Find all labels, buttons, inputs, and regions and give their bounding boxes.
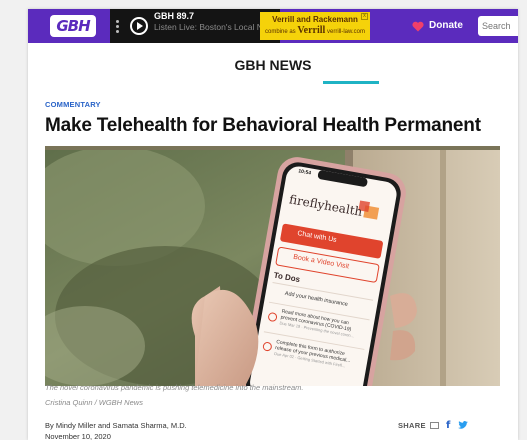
firefly-app-name: fireflyhealth	[288, 192, 364, 219]
todo-coronavirus: Read more about how you can prevent coro…	[279, 309, 356, 340]
heart-icon[interactable]	[412, 21, 424, 32]
advertisement-banner[interactable]: Verrill and Rackemann combine as Verrill…	[260, 12, 370, 40]
article-page: GBH GBH 89.7 Listen Live: Boston's Local…	[28, 9, 518, 440]
phone-time: 10:54	[297, 168, 312, 177]
live-radio-player[interactable]: GBH 89.7 Listen Live: Boston's Local NPR	[110, 9, 280, 43]
article-kicker[interactable]: COMMENTARY	[45, 100, 101, 109]
ad-headline: Verrill and Rackemann	[272, 15, 358, 24]
todo-medical-form: Complete this form to authorize release …	[274, 339, 352, 370]
image-credit: Cristina Quinn / WGBH News	[45, 398, 143, 407]
ad-subline-prefix: combine as	[264, 29, 296, 35]
todos-title: To Dos	[273, 270, 301, 285]
article-hero-image: 10:54 fireflyhealth Chat with Us Book a …	[45, 146, 500, 386]
article-byline: By Mindy Miller and Samata Sharma, M.D.	[45, 421, 187, 430]
top-bar: GBH GBH 89.7 Listen Live: Boston's Local…	[28, 9, 518, 43]
ad-close-icon[interactable]: x	[361, 13, 368, 20]
ad-subline: combine as Verrill verrill-law.com	[260, 25, 370, 36]
todo-insurance: Add your health insurance	[284, 290, 349, 308]
play-icon[interactable]	[130, 17, 148, 35]
facebook-icon[interactable]: f	[446, 420, 450, 431]
section-title[interactable]: GBH NEWS	[28, 57, 518, 73]
more-options-icon[interactable]	[116, 20, 119, 33]
donate-button[interactable]: Donate	[429, 20, 463, 31]
gbh-logo[interactable]: GBH	[50, 15, 96, 37]
book-video-visit-button: Book a Video Visit	[292, 253, 350, 271]
article-headline: Make Telehealth for Behavioral Health Pe…	[45, 115, 481, 136]
radio-station-name: GBH 89.7	[154, 11, 195, 21]
twitter-icon[interactable]	[458, 421, 468, 429]
ad-brand: Verrill	[297, 25, 326, 36]
chat-with-us-button: Chat with Us	[296, 230, 338, 244]
image-caption: The novel coronavirus pandemic is pushin…	[45, 383, 304, 392]
section-underline	[323, 81, 379, 84]
share-label: SHARE	[398, 421, 426, 430]
search-input[interactable]: Search	[478, 16, 518, 36]
article-date: November 10, 2020	[45, 432, 111, 440]
email-icon[interactable]	[430, 422, 439, 429]
ad-url: verrill-law.com	[326, 29, 365, 35]
